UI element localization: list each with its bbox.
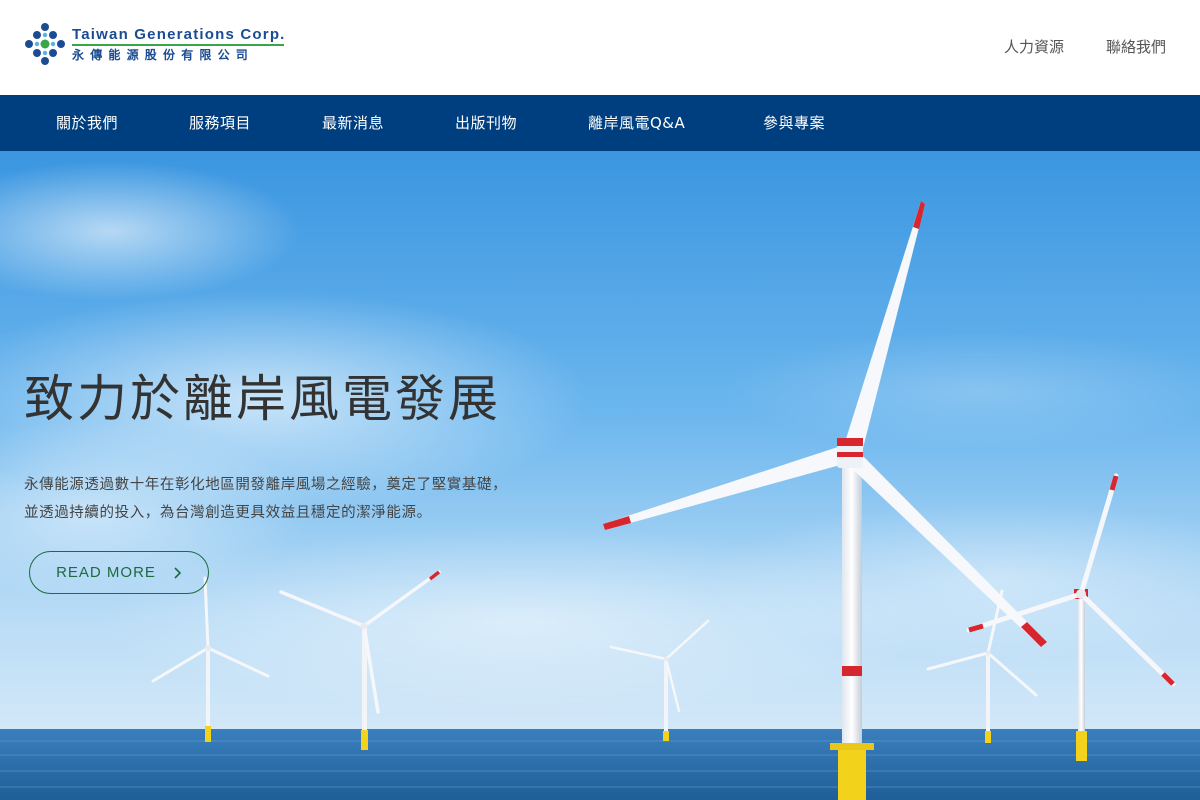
nav-item-publications[interactable]: 出版刊物 (455, 95, 517, 151)
nav-item-services[interactable]: 服務項目 (189, 95, 251, 151)
logo-divider (72, 43, 284, 46)
logo-diamond-icon (25, 23, 65, 65)
chevron-right-icon (174, 566, 182, 579)
logo-chinese-name: 永傳能源股份有限公司 (72, 47, 255, 62)
site-header: Taiwan Generations Corp. 永傳能源股份有限公司 人力資源… (0, 0, 1200, 95)
site-logo[interactable]: Taiwan Generations Corp. 永傳能源股份有限公司 (24, 22, 286, 66)
hero-banner: 致力於離岸風電發展 永傳能源透過數十年在彰化地區開發離岸風場之經驗，奠定了堅實基… (0, 151, 1200, 800)
main-nav: 關於我們 服務項目 最新消息 出版刊物 離岸風電Q&A 參與專案 (0, 95, 1200, 151)
link-contact-us[interactable]: 聯絡我們 (1106, 36, 1166, 57)
utility-links: 人力資源 聯絡我們 (1004, 36, 1166, 57)
logo-text: Taiwan Generations Corp. 永傳能源股份有限公司 (72, 26, 286, 63)
logo-english-name: Taiwan Generations Corp. (72, 25, 286, 43)
nav-item-news[interactable]: 最新消息 (322, 95, 384, 151)
hero-description-line: 並透過持續的投入，為台灣創造更具效益且穩定的潔淨能源。 (24, 505, 432, 521)
hero-title: 致力於離岸風電發展 (24, 370, 501, 428)
nav-item-offshore-wind-qa[interactable]: 離岸風電Q&A (588, 95, 685, 151)
read-more-label: READ MORE (56, 564, 156, 581)
hero-description: 永傳能源透過數十年在彰化地區開發離岸風場之經驗，奠定了堅實基礎， 並透過持續的投… (24, 471, 507, 527)
nav-item-projects[interactable]: 參與專案 (763, 95, 825, 151)
hero-description-line: 永傳能源透過數十年在彰化地區開發離岸風場之經驗，奠定了堅實基礎， (24, 477, 508, 493)
read-more-button[interactable]: READ MORE (29, 551, 209, 594)
link-human-resources[interactable]: 人力資源 (1004, 36, 1064, 57)
nav-item-about[interactable]: 關於我們 (56, 95, 118, 151)
